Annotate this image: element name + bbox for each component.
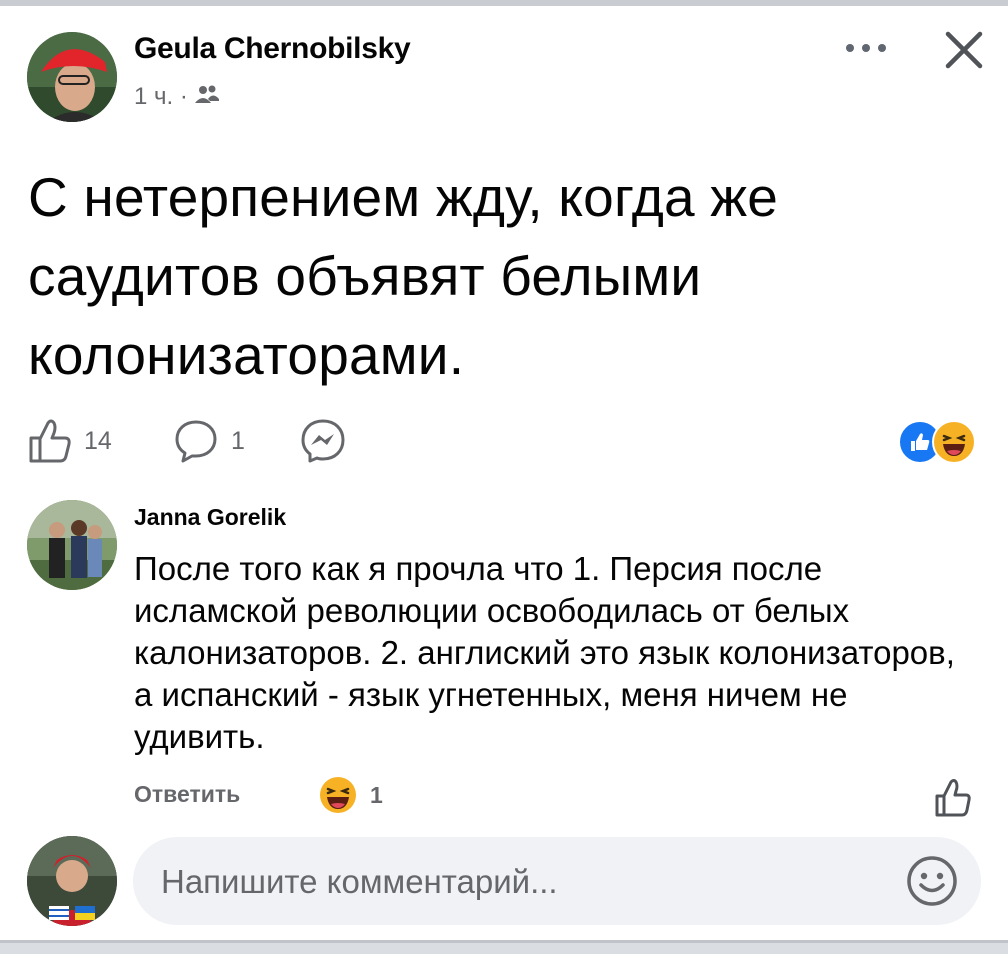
comment-composer[interactable] [133,837,981,925]
top-divider [0,0,1008,6]
like-icon [935,779,971,817]
comment-author-name[interactable]: Janna Gorelik [134,504,286,531]
post-time[interactable]: 1 ч. · [134,83,188,111]
emoji-icon [907,856,957,906]
author-avatar[interactable] [27,32,117,122]
close-button[interactable] [935,22,993,78]
commenter-avatar[interactable] [27,500,117,590]
post-reactions[interactable] [898,420,978,464]
close-icon [945,31,983,69]
comment-like-button[interactable] [934,778,974,818]
emoji-button[interactable] [905,854,959,908]
comment-reaction-count: 1 [370,781,383,808]
more-options-button[interactable] [838,30,894,66]
comment-reactions[interactable]: 1 [318,775,383,815]
messenger-share-button[interactable] [300,416,346,466]
post-text: С нетерпением жду, когда же саудитов объ… [28,166,779,386]
post-meta: 1 ч. · [134,83,220,111]
comment-button[interactable]: 1 [173,416,245,466]
messenger-icon [301,419,345,463]
friends-icon [194,83,220,111]
comment-icon [175,420,217,463]
current-user-avatar[interactable] [27,836,117,926]
post-author-name[interactable]: Geula Chernobilsky [134,32,411,66]
like-button[interactable]: 14 [28,416,112,466]
haha-reaction-icon [320,777,356,813]
like-icon [29,419,71,463]
like-count: 14 [84,426,112,455]
comment-text: После того как я прочла что 1. Персия по… [134,550,955,755]
bottom-divider [0,940,1008,954]
comment-count: 1 [231,426,245,455]
reply-button[interactable]: Ответить [134,781,240,808]
haha-reaction-icon [932,420,976,464]
post-actions: 14 1 [28,416,978,466]
more-icon [846,44,886,52]
comment-input[interactable] [159,851,883,913]
